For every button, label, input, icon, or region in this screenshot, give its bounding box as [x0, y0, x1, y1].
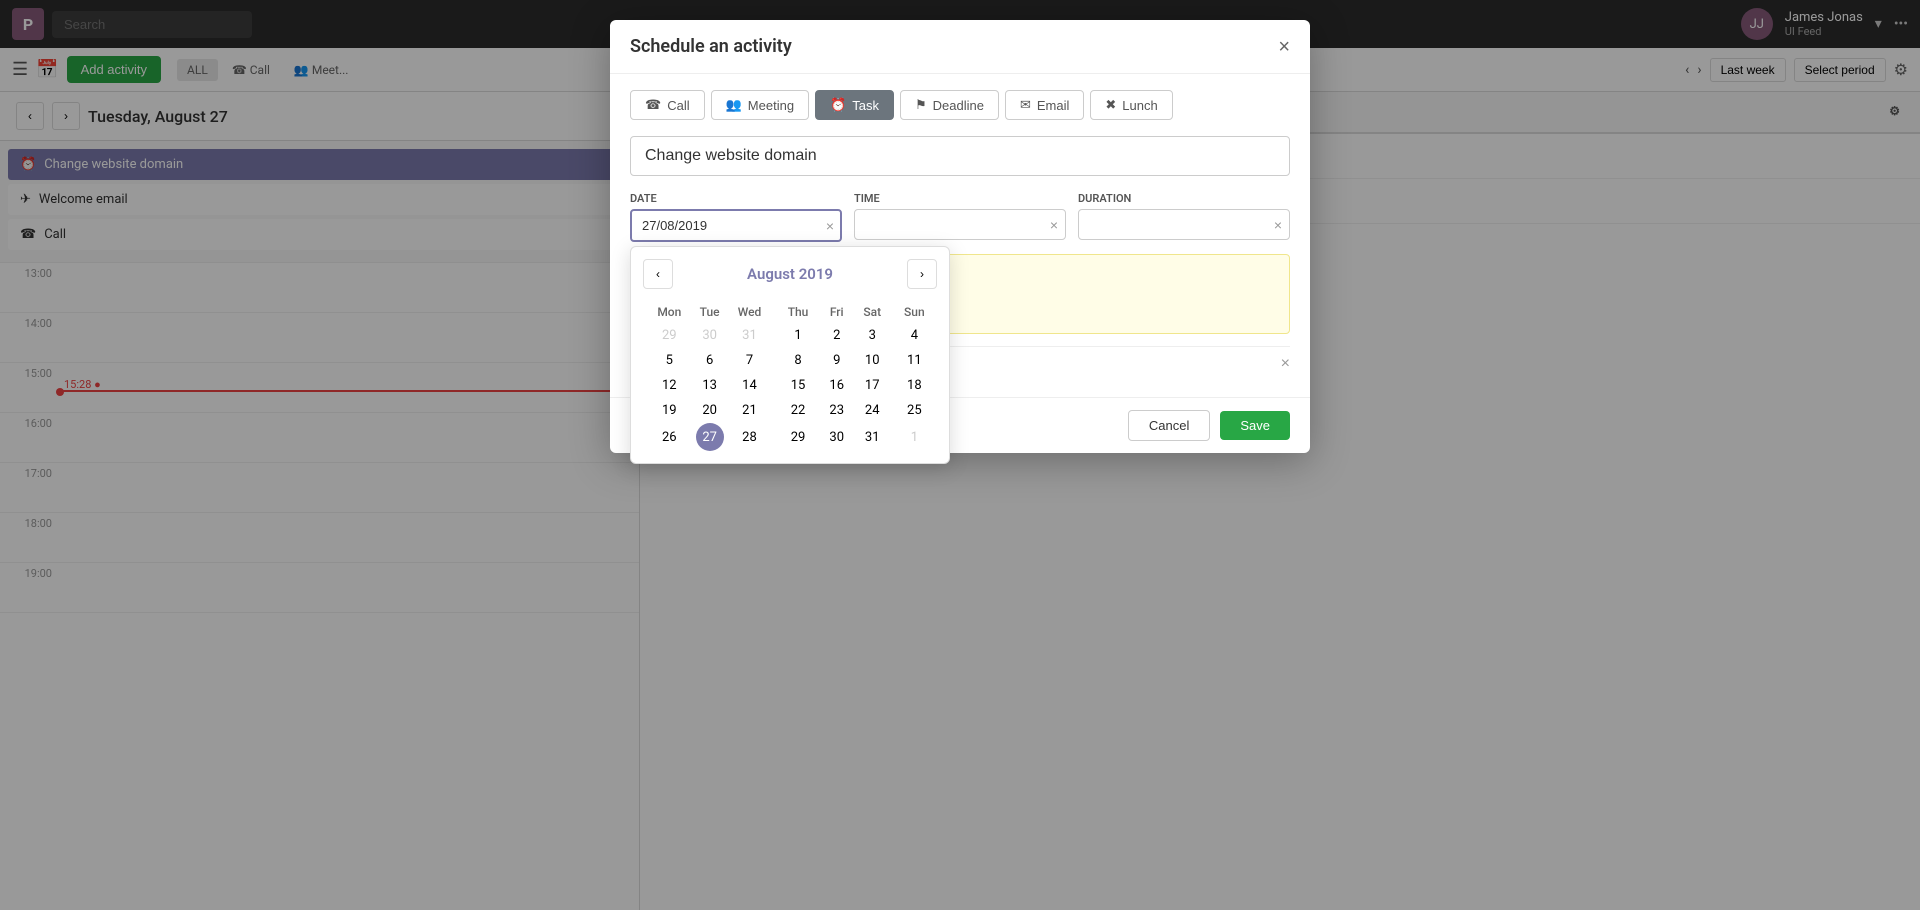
cal-th-fri: Fri	[821, 301, 853, 323]
cal-picker-prev-button[interactable]: ‹	[643, 259, 673, 289]
cal-day[interactable]: 22	[775, 398, 820, 423]
cal-day[interactable]: 12	[643, 373, 696, 398]
cal-day[interactable]: 8	[775, 348, 820, 373]
cal-day[interactable]: 9	[821, 348, 853, 373]
cal-day[interactable]: 25	[892, 398, 937, 423]
activity-types: ☎ Call 👥 Meeting ⏰ Task ⚑ Deadline ✉	[630, 90, 1290, 120]
cal-day[interactable]: 6	[696, 348, 724, 373]
cal-day[interactable]: 31	[724, 323, 776, 348]
cal-day[interactable]: 31	[853, 423, 892, 451]
type-call-button[interactable]: ☎ Call	[630, 90, 705, 120]
cal-day[interactable]: 1	[892, 423, 937, 451]
cal-day[interactable]: 21	[724, 398, 776, 423]
cal-day[interactable]: 2	[821, 323, 853, 348]
date-label: DATE	[630, 192, 842, 205]
dialog-title: Schedule an activity	[630, 36, 792, 57]
lunch-icon: ✖	[1105, 97, 1116, 113]
cal-day[interactable]: 10	[853, 348, 892, 373]
time-clear-button[interactable]: ×	[1050, 217, 1058, 233]
modal-overlay: Schedule an activity × ☎ Call 👥 Meeting …	[0, 0, 1920, 910]
cal-th-sun: Sun	[892, 301, 937, 323]
cal-th-thu: Thu	[775, 301, 820, 323]
cal-day[interactable]: 29	[643, 323, 696, 348]
time-label: TIME	[854, 192, 1066, 205]
cal-day[interactable]: 11	[892, 348, 937, 373]
deadline-icon: ⚑	[915, 97, 927, 113]
cal-picker-month: August 2019	[747, 265, 833, 283]
cal-day[interactable]: 29	[775, 423, 820, 451]
time-input-wrap: ×	[854, 209, 1066, 240]
cancel-button[interactable]: Cancel	[1128, 410, 1210, 441]
duration-label: DURATION	[1078, 192, 1290, 205]
duration-clear-button[interactable]: ×	[1274, 217, 1282, 233]
cal-picker-header: ‹ August 2019 ›	[643, 259, 937, 289]
cal-day[interactable]: 14	[724, 373, 776, 398]
date-input-wrap: ×	[630, 209, 842, 242]
cal-day[interactable]: 3	[853, 323, 892, 348]
cal-day[interactable]: 30	[696, 323, 724, 348]
type-email-button[interactable]: ✉ Email	[1005, 90, 1084, 120]
cal-day[interactable]: 16	[821, 373, 853, 398]
type-deadline-button[interactable]: ⚑ Deadline	[900, 90, 999, 120]
subject-input[interactable]	[630, 136, 1290, 176]
cal-th-mon: Mon	[643, 301, 696, 323]
date-input[interactable]	[630, 209, 842, 242]
cal-grid: Mon Tue Wed Thu Fri Sat Sun 293	[643, 301, 937, 451]
cal-th-tue: Tue	[696, 301, 724, 323]
cal-day[interactable]: 26	[643, 423, 696, 451]
cal-day[interactable]: 13	[696, 373, 724, 398]
duration-input-wrap: ×	[1078, 209, 1290, 240]
form-row-date-time: DATE × ‹ August 2019 ›	[630, 192, 1290, 242]
cal-day[interactable]: 15	[775, 373, 820, 398]
cal-picker-next-button[interactable]: ›	[907, 259, 937, 289]
cal-day[interactable]: 19	[643, 398, 696, 423]
cal-day[interactable]: 18	[892, 373, 937, 398]
type-lunch-button[interactable]: ✖ Lunch	[1090, 90, 1172, 120]
calendar-picker: ‹ August 2019 › Mon Tue Wed Thu	[630, 246, 950, 464]
cal-day[interactable]: 23	[821, 398, 853, 423]
cal-day[interactable]: 7	[724, 348, 776, 373]
cal-th-sat: Sat	[853, 301, 892, 323]
duration-input[interactable]	[1078, 209, 1290, 240]
cal-day[interactable]: 20	[696, 398, 724, 423]
assigned-clear-button[interactable]: ×	[1281, 355, 1290, 373]
cal-day[interactable]: 24	[853, 398, 892, 423]
cal-day[interactable]: 30	[821, 423, 853, 451]
task-icon: ⏰	[830, 97, 846, 113]
date-clear-button[interactable]: ×	[826, 218, 834, 234]
dialog-body: ☎ Call 👥 Meeting ⏰ Task ⚑ Deadline ✉	[610, 74, 1310, 397]
email-icon: ✉	[1020, 97, 1031, 113]
dialog: Schedule an activity × ☎ Call 👥 Meeting …	[610, 20, 1310, 453]
call-icon: ☎	[645, 97, 661, 113]
save-button[interactable]: Save	[1220, 411, 1290, 440]
cal-day[interactable]: 5	[643, 348, 696, 373]
type-task-button[interactable]: ⏰ Task	[815, 90, 894, 120]
meeting-icon: 👥	[726, 97, 742, 113]
dialog-header: Schedule an activity ×	[610, 20, 1310, 74]
duration-group: DURATION ×	[1078, 192, 1290, 240]
time-input[interactable]	[854, 209, 1066, 240]
cal-th-wed: Wed	[724, 301, 776, 323]
cal-day[interactable]: 28	[724, 423, 776, 451]
cal-day[interactable]: 27	[696, 423, 724, 451]
type-meeting-button[interactable]: 👥 Meeting	[711, 90, 809, 120]
cal-day[interactable]: 17	[853, 373, 892, 398]
cal-day[interactable]: 4	[892, 323, 937, 348]
time-group: TIME ×	[854, 192, 1066, 240]
date-group: DATE × ‹ August 2019 ›	[630, 192, 842, 242]
close-button[interactable]: ×	[1278, 37, 1290, 57]
cal-day[interactable]: 1	[775, 323, 820, 348]
